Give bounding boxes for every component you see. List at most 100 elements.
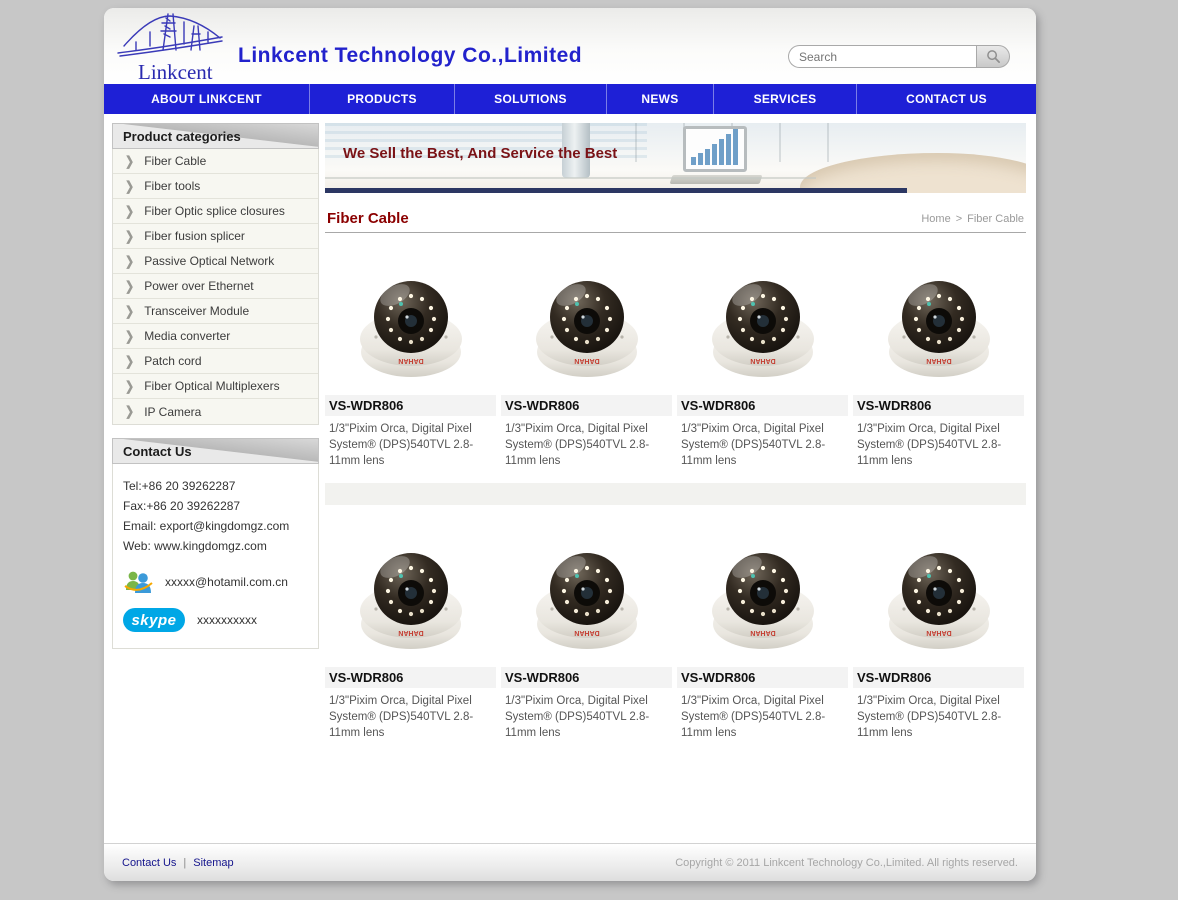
sidebar-item-fiber-tools[interactable]: ❯Fiber tools xyxy=(113,174,318,199)
product-description: 1/3"Pixim Orca, Digital Pixel System® (D… xyxy=(853,416,1024,469)
product-card[interactable]: VS-WDR806 1/3"Pixim Orca, Digital Pixel … xyxy=(501,517,672,747)
category-label: IP Camera xyxy=(144,405,201,419)
product-description: 1/3"Pixim Orca, Digital Pixel System® (D… xyxy=(677,416,848,469)
skype-logo: skype xyxy=(123,608,185,632)
site-card: Linkcent Linkcent Technology Co.,Limited… xyxy=(104,8,1036,881)
product-image[interactable] xyxy=(864,517,1014,665)
product-image[interactable] xyxy=(336,517,486,665)
product-card[interactable]: VS-WDR806 1/3"Pixim Orca, Digital Pixel … xyxy=(853,517,1024,747)
product-image[interactable] xyxy=(864,245,1014,393)
page-background: { "header": { "logo_text": "Linkcent", "… xyxy=(0,0,1178,900)
product-image[interactable] xyxy=(512,245,662,393)
contact-web[interactable]: Web: www.kingdomgz.com xyxy=(123,536,310,556)
product-categories-title: Product categories xyxy=(112,123,319,149)
sidebar-item-fiber-cable[interactable]: ❯ Fiber Cable xyxy=(113,149,318,174)
contact-us-title: Contact Us xyxy=(112,438,319,464)
site-header: Linkcent Linkcent Technology Co.,Limited xyxy=(104,8,1036,84)
banner-chart-icon xyxy=(683,126,747,172)
banner-floor-line xyxy=(325,177,816,179)
product-card[interactable]: VS-WDR806 1/3"Pixim Orca, Digital Pixel … xyxy=(677,245,848,475)
page-title: Fiber Cable xyxy=(327,210,409,227)
nav-services[interactable]: SERVICES xyxy=(714,84,857,114)
copyright-text: Copyright © 2011 Linkcent Technology Co.… xyxy=(675,857,1018,869)
category-label: Fiber Cable xyxy=(144,154,206,168)
contact-tel: Tel:+86 20 39262287 xyxy=(123,476,310,496)
chevron-right-icon: ❯ xyxy=(125,153,134,169)
product-description: 1/3"Pixim Orca, Digital Pixel System® (D… xyxy=(853,688,1024,741)
product-description: 1/3"Pixim Orca, Digital Pixel System® (D… xyxy=(501,688,672,741)
product-card[interactable]: VS-WDR806 1/3"Pixim Orca, Digital Pixel … xyxy=(853,245,1024,475)
product-name[interactable]: VS-WDR806 xyxy=(677,667,848,688)
search-input[interactable] xyxy=(788,45,976,68)
category-list: ❯ Fiber Cable ❯Fiber tools ❯Fiber Optic s… xyxy=(112,149,319,425)
logo-wordmark: Linkcent xyxy=(138,60,213,85)
product-description: 1/3"Pixim Orca, Digital Pixel System® (D… xyxy=(501,416,672,469)
product-name[interactable]: VS-WDR806 xyxy=(853,667,1024,688)
contact-fax: Fax:+86 20 39262287 xyxy=(123,496,310,516)
breadcrumb-separator: > xyxy=(956,213,962,225)
banner[interactable]: We Sell the Best, And Service the Best xyxy=(325,123,1026,193)
skype-id[interactable]: xxxxxxxxxx xyxy=(197,613,257,627)
search-icon xyxy=(986,49,1001,64)
nav-products[interactable]: PRODUCTS xyxy=(310,84,455,114)
footer-sitemap-link[interactable]: Sitemap xyxy=(193,857,233,869)
bridge-logo-icon xyxy=(116,10,224,60)
product-name[interactable]: VS-WDR806 xyxy=(501,667,672,688)
nav-about[interactable]: ABOUT LINKCENT xyxy=(104,84,310,114)
sidebar-item-splice-closures[interactable]: ❯Fiber Optic splice closures xyxy=(113,199,318,224)
category-label: Transceiver Module xyxy=(144,304,249,318)
nav-solutions[interactable]: SOLUTIONS xyxy=(455,84,607,114)
product-name[interactable]: VS-WDR806 xyxy=(325,667,496,688)
breadcrumb: Home > Fiber Cable xyxy=(921,213,1024,225)
product-image[interactable] xyxy=(688,517,838,665)
product-name[interactable]: VS-WDR806 xyxy=(853,395,1024,416)
chevron-right-icon: ❯ xyxy=(125,328,134,344)
product-image[interactable] xyxy=(512,517,662,665)
product-card[interactable]: VS-WDR806 1/3"Pixim Orca, Digital Pixel … xyxy=(677,517,848,747)
dome-camera-image xyxy=(517,521,657,661)
dome-camera-image xyxy=(869,249,1009,389)
contact-box: Tel:+86 20 39262287 Fax:+86 20 39262287 … xyxy=(112,464,319,649)
nav-contact[interactable]: CONTACT US xyxy=(857,84,1036,114)
search-button[interactable] xyxy=(976,45,1010,68)
sidebar-item-transceiver[interactable]: ❯Transceiver Module xyxy=(113,299,318,324)
product-name[interactable]: VS-WDR806 xyxy=(325,395,496,416)
nav-news[interactable]: NEWS xyxy=(607,84,714,114)
sidebar-item-ip-camera[interactable]: ❯ IP Camera xyxy=(113,399,318,424)
chevron-right-icon: ❯ xyxy=(125,404,134,420)
contact-email[interactable]: Email: export@kingdomgz.com xyxy=(123,516,310,536)
msn-row: xxxxx@hotamil.com.cn xyxy=(123,568,310,596)
sidebar-item-patch-cord[interactable]: ❯Patch cord xyxy=(113,349,318,374)
product-row-1: VS-WDR806 1/3"Pixim Orca, Digital Pixel … xyxy=(325,245,1026,475)
footer-divider: | xyxy=(183,857,186,869)
product-name[interactable]: VS-WDR806 xyxy=(677,395,848,416)
product-image[interactable] xyxy=(336,245,486,393)
product-name[interactable]: VS-WDR806 xyxy=(501,395,672,416)
sidebar-item-poe[interactable]: ❯Power over Ethernet xyxy=(113,274,318,299)
sidebar-item-fusion-splicer[interactable]: ❯Fiber fusion splicer xyxy=(113,224,318,249)
footer-contact-link[interactable]: Contact Us xyxy=(122,857,176,869)
product-card[interactable]: VS-WDR806 1/3"Pixim Orca, Digital Pixel … xyxy=(501,245,672,475)
company-logo[interactable]: Linkcent xyxy=(116,10,226,82)
chevron-right-icon: ❯ xyxy=(125,378,134,394)
product-description: 1/3"Pixim Orca, Digital Pixel System® (D… xyxy=(325,416,496,469)
category-label: Fiber fusion splicer xyxy=(144,229,245,243)
dome-camera-image xyxy=(341,521,481,661)
banner-bottom-strip xyxy=(325,188,907,193)
footer-links: Contact Us | Sitemap xyxy=(122,857,234,869)
sidebar-item-media-converter[interactable]: ❯Media converter xyxy=(113,324,318,349)
sidebar: Product categories ❯ Fiber Cable ❯Fiber t… xyxy=(112,123,319,649)
category-label: Power over Ethernet xyxy=(144,279,253,293)
product-card[interactable]: VS-WDR806 1/3"Pixim Orca, Digital Pixel … xyxy=(325,517,496,747)
msn-address[interactable]: xxxxx@hotamil.com.cn xyxy=(165,575,288,589)
product-card[interactable]: VS-WDR806 1/3"Pixim Orca, Digital Pixel … xyxy=(325,245,496,475)
category-label: Patch cord xyxy=(144,354,201,368)
search-box xyxy=(788,45,1010,68)
product-row-2: VS-WDR806 1/3"Pixim Orca, Digital Pixel … xyxy=(325,517,1026,747)
breadcrumb-home[interactable]: Home xyxy=(921,213,950,225)
sidebar-item-pon[interactable]: ❯Passive Optical Network xyxy=(113,249,318,274)
row-divider xyxy=(325,483,1026,505)
msn-icon xyxy=(123,568,153,596)
sidebar-item-multiplexers[interactable]: ❯Fiber Optical Multiplexers xyxy=(113,374,318,399)
product-image[interactable] xyxy=(688,245,838,393)
